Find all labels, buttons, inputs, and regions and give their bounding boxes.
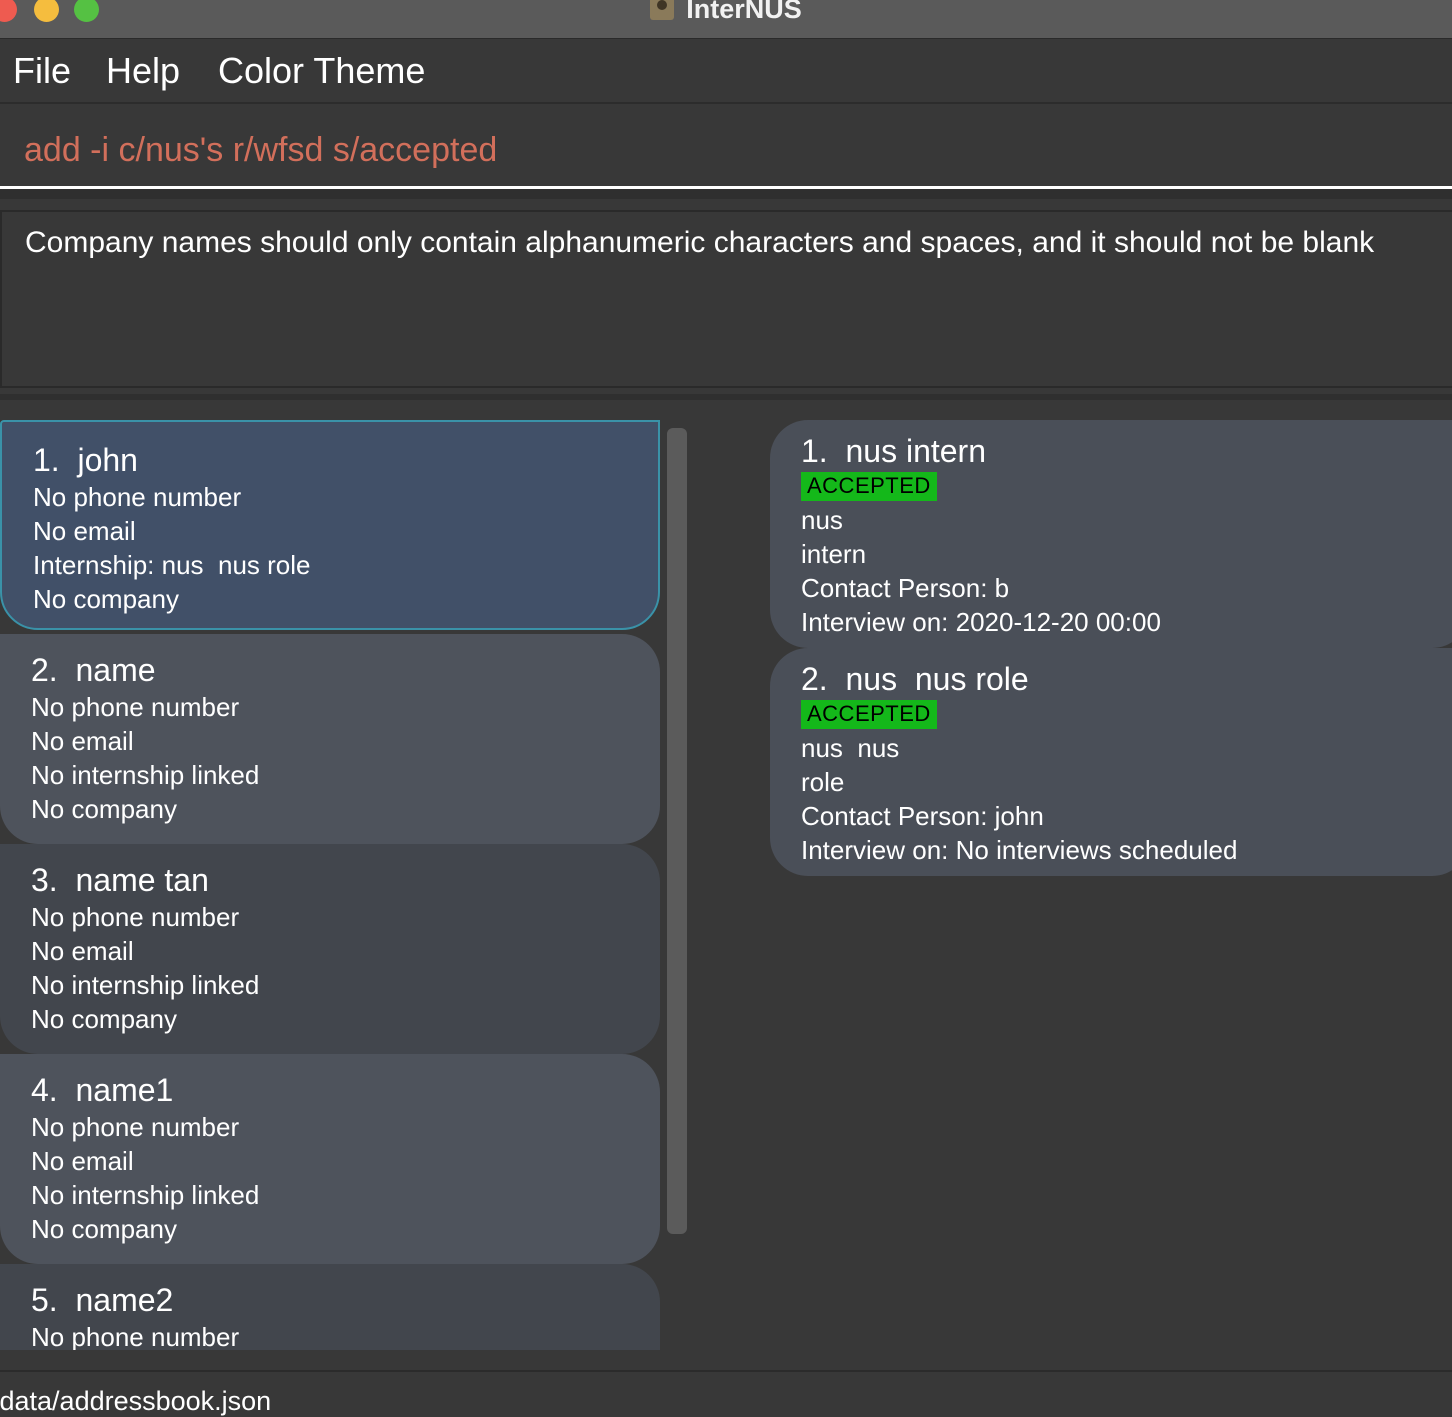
internship-role: role	[801, 767, 845, 797]
person-name: 3. name tan	[31, 862, 209, 898]
command-input[interactable]	[24, 126, 1424, 174]
internship-card-2[interactable]: 2. nus nus role ACCEPTED nus nus role Co…	[770, 648, 1452, 876]
person-name: 1. john	[33, 442, 138, 478]
person-company: No company	[33, 584, 179, 614]
person-email: No email	[33, 516, 136, 546]
internship-card-1[interactable]: 1. nus intern ACCEPTED nus intern Contac…	[770, 420, 1452, 648]
divider	[0, 394, 1452, 400]
result-display: Company names should only contain alphan…	[0, 210, 1452, 388]
person-phone: No phone number	[31, 1112, 240, 1142]
person-card-3[interactable]: 3. name tan No phone number No email No …	[0, 844, 660, 1054]
person-internship: No internship linked	[31, 1180, 260, 1210]
person-card-5[interactable]: 5. name2 No phone number	[0, 1264, 660, 1350]
internship-list[interactable]: 1. nus intern ACCEPTED nus intern Contac…	[770, 420, 1452, 1350]
status-bar: /data/addressbook.json	[0, 1370, 1452, 1416]
person-name: 5. name2	[31, 1282, 174, 1318]
save-file-path: /data/addressbook.json	[0, 1386, 272, 1416]
person-phone: No phone number	[31, 1322, 240, 1350]
person-phone: No phone number	[31, 692, 240, 722]
internship-company: nus nus	[801, 733, 900, 763]
menu-bar: File Help Color Theme	[0, 39, 1452, 104]
person-internship: No internship linked	[31, 760, 260, 790]
internship-interview: Interview on: No interviews scheduled	[801, 835, 1238, 865]
internship-interview: Interview on: 2020-12-20 00:00	[801, 607, 1161, 637]
status-badge: ACCEPTED	[801, 700, 937, 729]
title-bar: InterNUS	[0, 0, 1452, 39]
person-card-1[interactable]: 1. john No phone number No email Interns…	[0, 420, 660, 630]
menu-help[interactable]: Help	[106, 50, 180, 92]
person-phone: No phone number	[33, 482, 242, 512]
app-icon	[650, 0, 675, 20]
person-email: No email	[31, 936, 134, 966]
menu-file[interactable]: File	[13, 50, 71, 92]
internship-contact: Contact Person: john	[801, 801, 1044, 831]
internship-contact: Contact Person: b	[801, 573, 1010, 603]
internship-title: 2. nus nus role	[801, 661, 1029, 697]
result-message: Company names should only contain alphan…	[25, 226, 1375, 259]
person-name: 4. name1	[31, 1072, 174, 1108]
person-phone: No phone number	[31, 902, 240, 932]
person-card-2[interactable]: 2. name No phone number No email No inte…	[0, 634, 660, 844]
person-company: No company	[31, 794, 177, 824]
menu-color-theme[interactable]: Color Theme	[218, 50, 425, 92]
person-name: 2. name	[31, 652, 156, 688]
internship-company: nus	[801, 505, 843, 535]
status-badge: ACCEPTED	[801, 472, 937, 501]
person-list-scrollbar[interactable]	[667, 428, 687, 1234]
internship-role: intern	[801, 539, 867, 569]
command-box	[0, 104, 1452, 189]
divider	[0, 189, 1452, 199]
person-company: No company	[31, 1214, 177, 1244]
person-list[interactable]: 1. john No phone number No email Interns…	[0, 420, 662, 1350]
person-internship: Internship: nus nus role	[33, 550, 311, 580]
internship-title: 1. nus intern	[801, 433, 986, 469]
person-email: No email	[31, 726, 134, 756]
window-title: InterNUS	[686, 0, 802, 24]
person-email: No email	[31, 1146, 134, 1176]
person-card-4[interactable]: 4. name1 No phone number No email No int…	[0, 1054, 660, 1264]
person-internship: No internship linked	[31, 970, 260, 1000]
window-title-wrap: InterNUS	[0, 0, 1452, 25]
person-company: No company	[31, 1004, 177, 1034]
